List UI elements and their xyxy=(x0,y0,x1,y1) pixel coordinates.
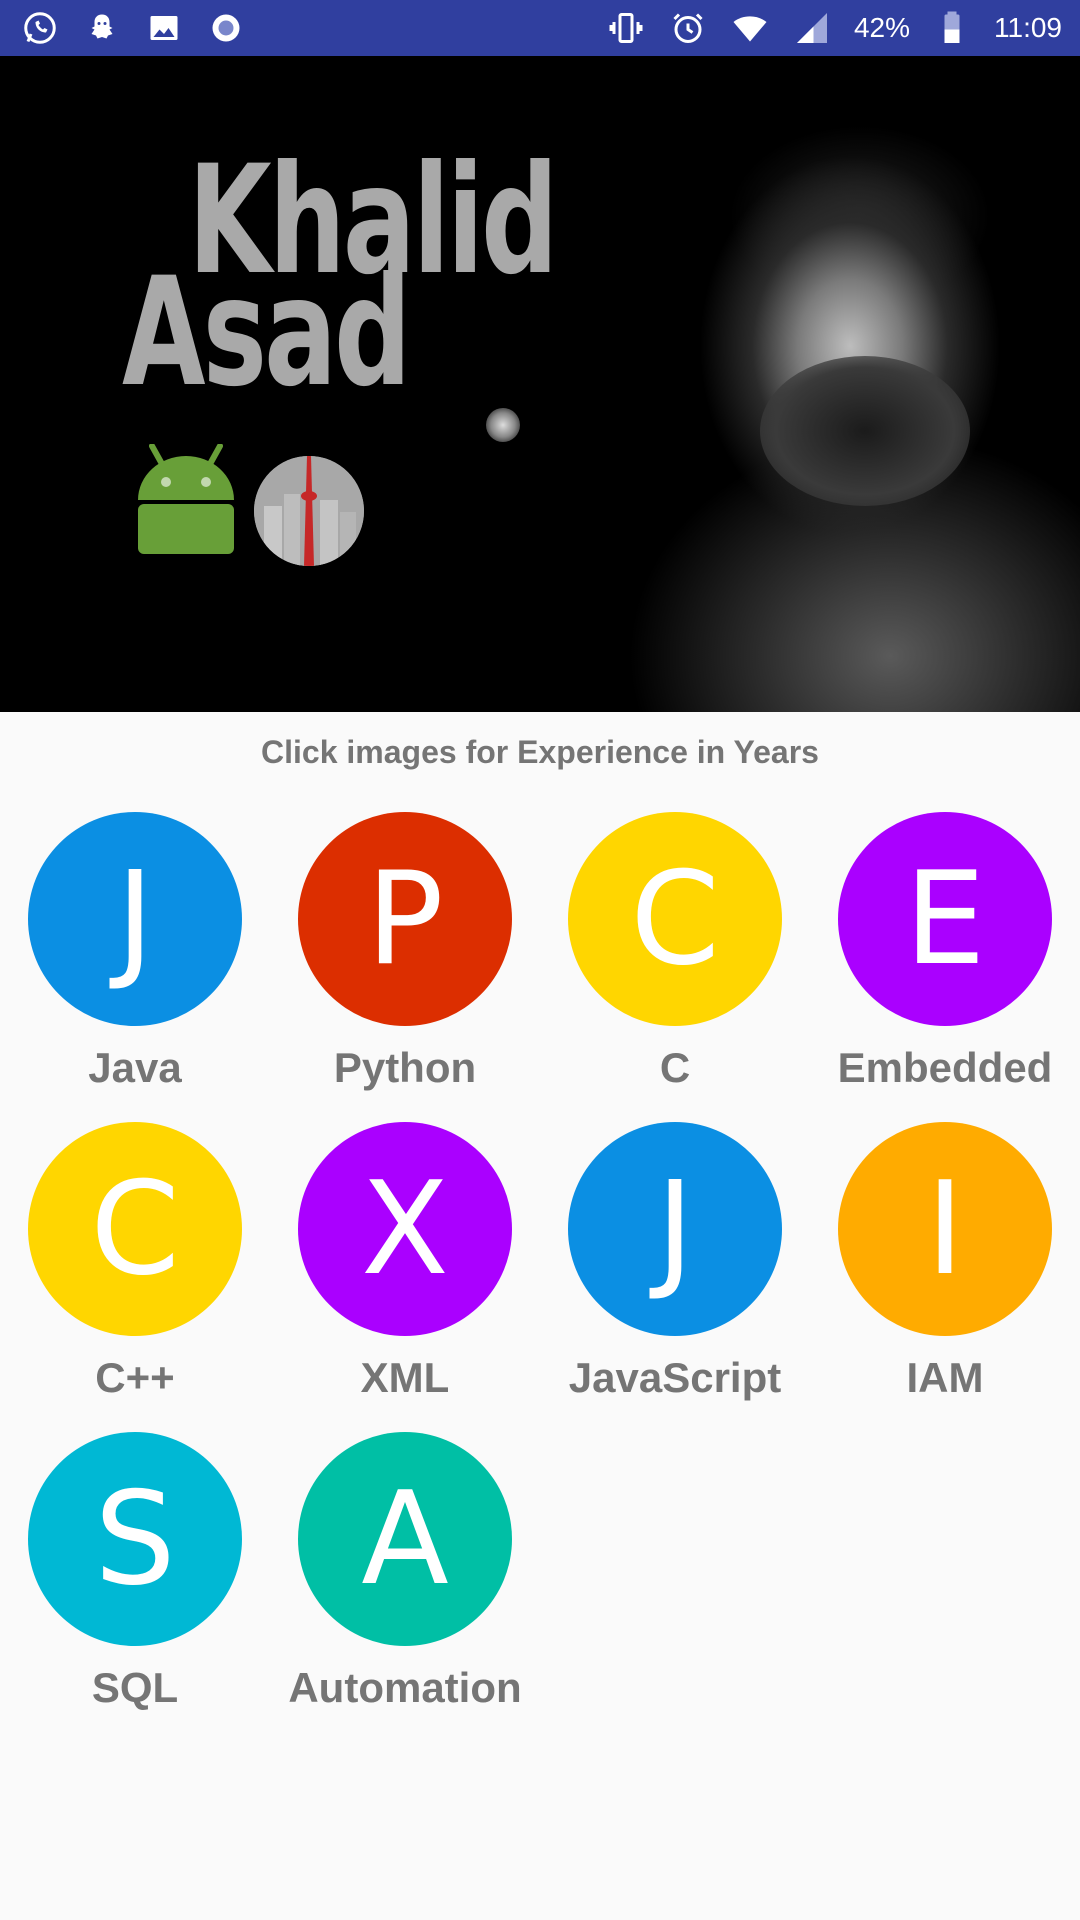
vibrate-icon xyxy=(606,8,646,48)
tab-bar: HOME EXPERIENCE EDUCATION PROJECTS SKILL… xyxy=(0,676,1080,713)
image-icon xyxy=(144,8,184,48)
photo-shading xyxy=(760,356,970,506)
skill-label: IAM xyxy=(906,1354,984,1401)
skill-label: Java xyxy=(88,1044,182,1091)
skill-label: JavaScript xyxy=(568,1354,782,1401)
skill-avatar[interactable]: C xyxy=(568,812,782,1026)
skill-label: XML xyxy=(360,1354,450,1401)
skill-avatar[interactable]: J xyxy=(568,1122,782,1336)
skill-python[interactable]: P Python xyxy=(270,812,540,1092)
skill-javascript[interactable]: J JavaScript xyxy=(540,1122,810,1402)
skill-avatar[interactable]: I xyxy=(838,1122,1052,1336)
wifi-icon xyxy=(730,8,770,48)
tab-education[interactable]: EDUCATION xyxy=(432,676,648,713)
skill-avatar[interactable]: X xyxy=(298,1122,512,1336)
skill-label: Embedded xyxy=(837,1044,1053,1091)
alarm-icon xyxy=(668,8,708,48)
skill-label: Python xyxy=(333,1044,477,1091)
skill-c[interactable]: C C xyxy=(540,812,810,1092)
android-icon[interactable] xyxy=(134,443,238,554)
clock: 11:09 xyxy=(994,12,1062,43)
circle-app-icon xyxy=(206,8,246,48)
status-left xyxy=(20,8,246,48)
tab-home[interactable]: HOME xyxy=(0,676,216,713)
status-bar: 42% 11:09 xyxy=(0,0,1080,56)
skill-xml[interactable]: X XML xyxy=(270,1122,540,1402)
last-name: Asad xyxy=(122,246,411,420)
toronto-skyline-icon[interactable] xyxy=(254,456,364,566)
skill-avatar[interactable]: J xyxy=(28,812,242,1026)
battery-icon xyxy=(932,8,972,48)
skill-avatar[interactable]: C xyxy=(28,1122,242,1336)
status-right: 42% 11:09 xyxy=(606,8,1062,48)
skill-label: C++ xyxy=(95,1354,175,1401)
profile-header: Khalid Asad HOME EXPERIENCE EDUCATION PR… xyxy=(0,56,1080,712)
skill-cpp[interactable]: C C++ xyxy=(0,1122,270,1402)
signal-icon xyxy=(792,8,832,48)
battery-percentage: 42% xyxy=(853,12,910,43)
profile-photo xyxy=(560,56,1080,712)
skill-avatar[interactable]: P xyxy=(298,812,512,1026)
skill-label: Automation xyxy=(288,1664,522,1711)
bokeh-light xyxy=(486,408,520,442)
skill-java[interactable]: J Java xyxy=(0,812,270,1092)
tab-skills[interactable]: SKILLS xyxy=(864,676,1080,713)
skill-automation[interactable]: A Automation xyxy=(270,1432,540,1712)
tab-projects[interactable]: PROJECTS xyxy=(648,676,864,713)
skill-iam[interactable]: I IAM xyxy=(810,1122,1080,1402)
skills-subtitle: Click images for Experience in Years xyxy=(261,734,819,770)
whatsapp-icon xyxy=(20,8,60,48)
tab-experience[interactable]: EXPERIENCE xyxy=(216,676,432,713)
skill-sql[interactable]: S SQL xyxy=(0,1432,270,1712)
skill-label: C xyxy=(659,1044,691,1091)
skill-embedded[interactable]: E Embedded xyxy=(810,812,1080,1092)
skill-avatar[interactable]: A xyxy=(298,1432,512,1646)
skill-avatar[interactable]: E xyxy=(838,812,1052,1026)
snapchat-icon xyxy=(82,8,122,48)
skill-label: SQL xyxy=(91,1664,179,1711)
skill-avatar[interactable]: S xyxy=(28,1432,242,1646)
